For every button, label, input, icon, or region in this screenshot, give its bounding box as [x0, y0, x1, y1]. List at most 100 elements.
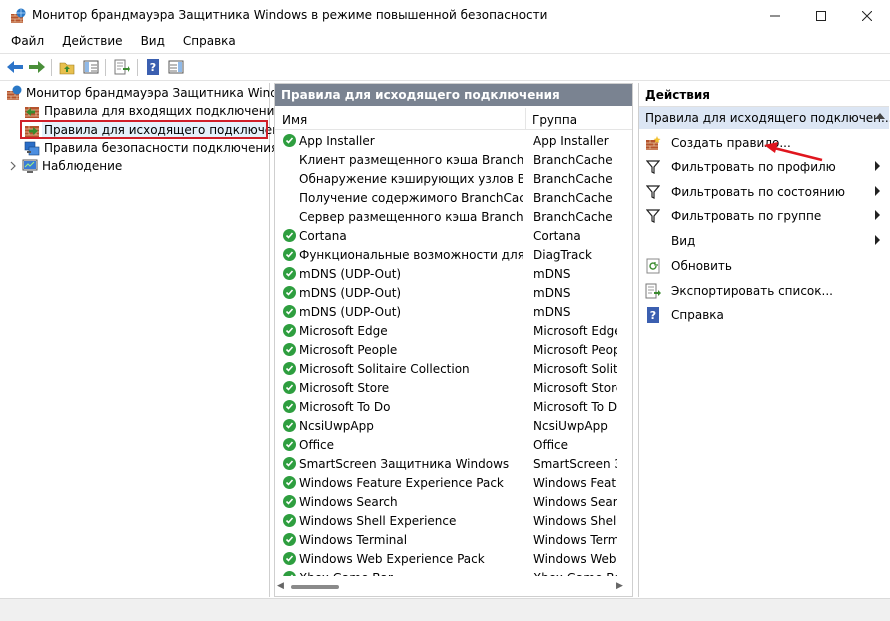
filter-icon: [645, 208, 661, 224]
help-icon: ?: [147, 59, 159, 75]
table-row[interactable]: Microsoft Store Microsoft Store: [275, 379, 632, 398]
menu-action[interactable]: Действие: [51, 32, 129, 52]
back-button[interactable]: [6, 58, 24, 76]
scroll-left-icon[interactable]: ◀: [277, 581, 284, 591]
table-row[interactable]: Cortana Cortana: [275, 227, 632, 246]
column-header-name[interactable]: Имя: [282, 113, 307, 127]
forward-button[interactable]: [28, 58, 46, 76]
menu-help[interactable]: Справка: [172, 32, 243, 52]
table-row[interactable]: Получение содержимого BranchCache ... Bra…: [275, 189, 632, 208]
close-button[interactable]: [844, 0, 890, 32]
table-row[interactable]: Windows Feature Experience Pack Windows F…: [275, 474, 632, 493]
action-filter-by-group[interactable]: Фильтровать по группе: [639, 205, 889, 227]
menu-file[interactable]: Файл: [0, 32, 51, 52]
table-row[interactable]: Office Office: [275, 436, 632, 455]
action-filter-by-state[interactable]: Фильтровать по состоянию: [639, 181, 889, 203]
scroll-right-icon[interactable]: ▶: [616, 581, 623, 591]
rule-group: Windows Shell E: [533, 514, 617, 528]
monitoring-icon: [22, 159, 38, 173]
rule-name: Windows Search: [299, 495, 398, 509]
rule-name: Функциональные возможности для по...: [299, 248, 523, 262]
rule-group: BranchCache -: [533, 172, 617, 186]
table-row[interactable]: Windows Shell Experience Windows Shell E: [275, 512, 632, 531]
table-row[interactable]: Обнаружение кэширующих узлов Bra... Branc…: [275, 170, 632, 189]
action-view[interactable]: Вид: [639, 230, 889, 252]
rule-name: mDNS (UDP-Out): [299, 267, 402, 281]
tree-item-connection-security-rules[interactable]: Правила безопасности подключения: [24, 139, 278, 157]
navigation-tree: Монитор брандмауэра Защитника Windows Пр…: [2, 83, 301, 597]
table-row[interactable]: Xbox Game Bar Xbox Game Bar: [275, 569, 632, 576]
table-row[interactable]: Windows Web Experience Pack Windows Web E: [275, 550, 632, 569]
show-hide-action-pane-button[interactable]: [167, 58, 185, 76]
svg-text:?: ?: [150, 61, 156, 74]
rule-name: Windows Terminal: [299, 533, 408, 547]
filter-icon: [645, 184, 661, 200]
table-row[interactable]: Функциональные возможности для по... Diag…: [275, 246, 632, 265]
tree-item-inbound-rules[interactable]: Правила для входящих подключений: [24, 102, 282, 120]
table-row[interactable]: Windows Terminal Windows Termi: [275, 531, 632, 550]
column-header-group[interactable]: Группа: [532, 113, 577, 127]
action-help[interactable]: ? Справка: [639, 304, 889, 326]
table-row[interactable]: mDNS (UDP-Out) mDNS: [275, 284, 632, 303]
table-row[interactable]: App Installer App Installer: [275, 132, 632, 151]
show-hide-tree-button[interactable]: [82, 58, 100, 76]
rule-group: Microsoft To Do: [533, 400, 617, 414]
title-bar: Монитор брандмауэра Защитника Windows в …: [0, 0, 890, 32]
rule-group: BranchCache -: [533, 191, 617, 205]
up-one-level-button[interactable]: [58, 58, 76, 76]
annotation-arrow: [764, 142, 823, 162]
rule-group: mDNS: [533, 286, 571, 300]
tree-root[interactable]: Монитор брандмауэра Защитника Windows: [6, 84, 301, 102]
rule-group: Microsoft Solita: [533, 362, 617, 376]
action-export-list[interactable]: Экспортировать список...: [639, 280, 889, 302]
rule-name: mDNS (UDP-Out): [299, 286, 402, 300]
tree-item-monitoring[interactable]: Наблюдение: [8, 157, 122, 175]
actions-section-header[interactable]: Правила для исходящего подключен...: [639, 107, 890, 129]
rule-group: SmartScreen За: [533, 457, 617, 471]
rule-name: Windows Shell Experience: [299, 514, 457, 528]
table-row[interactable]: SmartScreen Защитника Windows SmartScreen…: [275, 455, 632, 474]
table-row[interactable]: Microsoft To Do Microsoft To Do: [275, 398, 632, 417]
help-button[interactable]: ?: [144, 58, 162, 76]
maximize-button[interactable]: [798, 0, 844, 32]
table-row[interactable]: Microsoft Edge Microsoft Edge: [275, 322, 632, 341]
action-label: Вид: [671, 234, 696, 248]
menu-view[interactable]: Вид: [130, 32, 172, 52]
table-row[interactable]: Microsoft Solitaire Collection Microsoft …: [275, 360, 632, 379]
scrollbar-thumb[interactable]: [291, 585, 339, 589]
rule-name: SmartScreen Защитника Windows: [299, 457, 510, 471]
enabled-check-icon: [283, 305, 296, 318]
rule-group: Office: [533, 438, 569, 452]
action-refresh[interactable]: Обновить: [639, 255, 889, 277]
table-row[interactable]: mDNS (UDP-Out) mDNS: [275, 303, 632, 322]
status-bar: [0, 598, 890, 621]
table-row[interactable]: NcsiUwpApp NcsiUwpApp: [275, 417, 632, 436]
rule-name: Windows Feature Experience Pack: [299, 476, 504, 490]
column-divider[interactable]: [525, 108, 526, 130]
table-row[interactable]: Сервер размещенного кэша BranchCac... Bra…: [275, 208, 632, 227]
table-row[interactable]: Microsoft People Microsoft Peopl: [275, 341, 632, 360]
expand-chevron-icon[interactable]: [8, 158, 18, 174]
tree-item-label: Правила безопасности подключения: [44, 141, 279, 155]
minimize-button[interactable]: [752, 0, 798, 32]
refresh-icon: [645, 258, 661, 274]
tree-root-label: Монитор брандмауэра Защитника Windows: [26, 86, 302, 100]
rule-name: Microsoft Store: [299, 381, 390, 395]
table-row[interactable]: Клиент размещенного кэша BranchCac... Bra…: [275, 151, 632, 170]
export-list-icon: [645, 283, 661, 299]
enabled-check-icon: [283, 571, 296, 576]
rules-list: App Installer App Installer Клиент размеще…: [275, 132, 632, 576]
submenu-arrow-icon: [875, 210, 880, 220]
export-list-button[interactable]: [113, 58, 131, 76]
rule-group: Cortana: [533, 229, 581, 243]
rule-name: Microsoft Edge: [299, 324, 388, 338]
collapse-triangle-icon[interactable]: [875, 113, 885, 119]
rule-group: NcsiUwpApp: [533, 419, 608, 433]
horizontal-scrollbar[interactable]: ◀ ▶: [275, 578, 632, 596]
table-row[interactable]: mDNS (UDP-Out) mDNS: [275, 265, 632, 284]
rule-name: Обнаружение кэширующих узлов Bra...: [299, 172, 523, 186]
rule-name: Microsoft To Do: [299, 400, 391, 414]
rule-group: mDNS: [533, 267, 571, 281]
table-row[interactable]: Windows Search Windows Search: [275, 493, 632, 512]
back-arrow-icon: [7, 61, 23, 73]
